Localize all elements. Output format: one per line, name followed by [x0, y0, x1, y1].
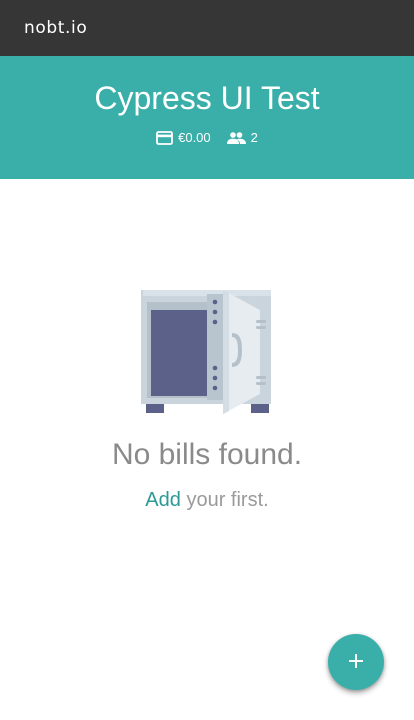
- plus-icon: [349, 653, 363, 671]
- empty-state: No bills found. Add your first.: [0, 280, 414, 512]
- group-meta: €0.00 2: [0, 130, 414, 145]
- app-logo[interactable]: nobt.io: [24, 18, 87, 38]
- open-safe-illustration: [141, 290, 271, 414]
- balance-info: €0.00: [156, 130, 211, 145]
- empty-state-hint: Add your first.: [0, 488, 414, 512]
- credit-card-icon: [156, 130, 174, 145]
- add-bill-button[interactable]: [328, 634, 384, 690]
- people-icon: [226, 131, 246, 144]
- empty-state-title: No bills found.: [111, 438, 303, 471]
- app-bar: nobt.io: [0, 0, 414, 56]
- add-bill-link[interactable]: Add: [145, 489, 181, 511]
- group-header: Cypress UI Test €0.00 2: [0, 56, 414, 179]
- balance-value: €0.00: [178, 130, 211, 145]
- members-count: 2: [250, 130, 258, 145]
- empty-state-hint-suffix: your first.: [180, 489, 269, 511]
- group-title: Cypress UI Test: [94, 80, 320, 116]
- members-info: 2: [226, 130, 258, 145]
